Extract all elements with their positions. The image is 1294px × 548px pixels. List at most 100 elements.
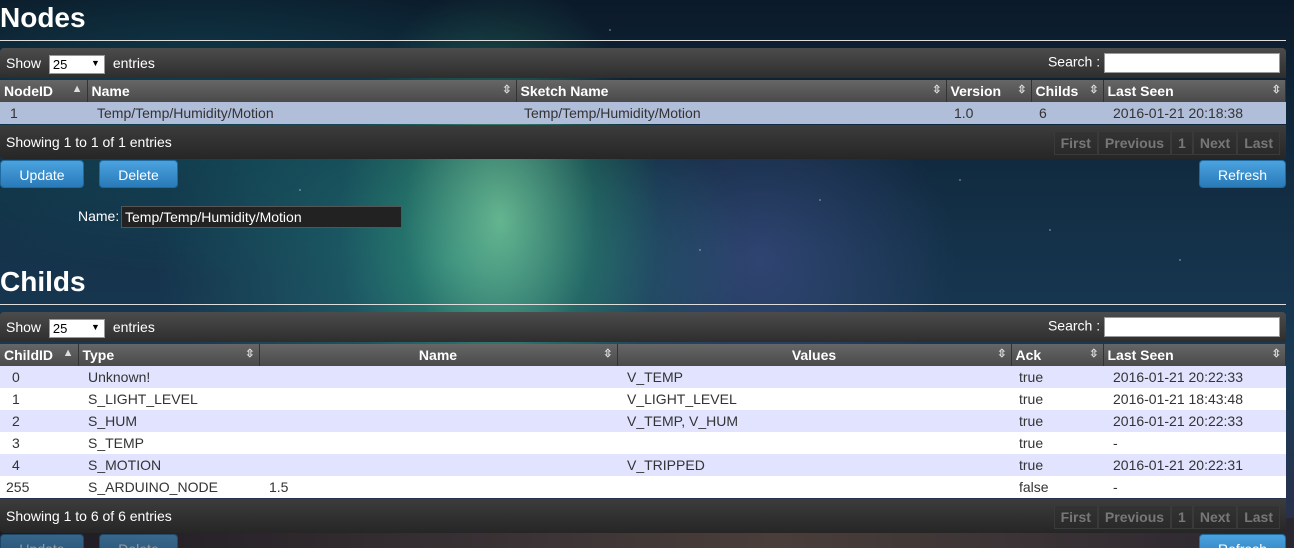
- col-name[interactable]: Name ⇳: [259, 344, 618, 366]
- cell-type: S_TEMP: [78, 432, 259, 454]
- childs-title: Childs: [0, 266, 86, 297]
- col-label: Version: [950, 83, 1002, 99]
- childs-search-input[interactable]: [1104, 317, 1280, 337]
- childs-search: Search :: [1048, 317, 1280, 337]
- pager-previous[interactable]: Previous: [1097, 131, 1172, 155]
- table-row[interactable]: 1 S_LIGHT_LEVEL V_LIGHT_LEVEL true 2016-…: [0, 388, 1286, 410]
- cell-name: [259, 410, 617, 432]
- sort-both-icon: ⇳: [1271, 348, 1281, 360]
- col-sketch-name[interactable]: Sketch Name ⇳: [516, 80, 947, 102]
- childs-update-button[interactable]: Update: [0, 534, 84, 548]
- childs-toolbar: Show 25 ▼ entries Search :: [0, 312, 1286, 342]
- col-last-seen[interactable]: Last Seen ⇳: [1103, 344, 1286, 366]
- col-label: Ack: [1015, 347, 1042, 363]
- cell-last-seen: 2016-01-21 20:22:31: [1103, 454, 1286, 476]
- childs-refresh-button[interactable]: Refresh: [1199, 534, 1286, 548]
- cell-childs: 6: [1031, 102, 1103, 124]
- cell-type: S_LIGHT_LEVEL: [78, 388, 259, 410]
- pager-next[interactable]: Next: [1192, 505, 1238, 529]
- nodes-toolbar: Show 25 ▼ entries Search :: [0, 48, 1286, 78]
- cell-values: V_TEMP, V_HUM: [617, 410, 1011, 432]
- col-label: Name: [418, 347, 458, 363]
- cell-ack: true: [1011, 366, 1103, 388]
- cell-values: V_TEMP: [617, 366, 1011, 388]
- childs-info: Showing 1 to 6 of 6 entries: [6, 508, 172, 524]
- search-label: Search :: [1047, 317, 1101, 334]
- col-name[interactable]: Name ⇳: [87, 80, 517, 102]
- entries-label: entries: [112, 55, 155, 72]
- node-name-input[interactable]: Temp/Temp/Humidity/Motion: [121, 206, 402, 228]
- sort-both-icon: ⇳: [1089, 348, 1099, 360]
- cell-last-seen: 2016-01-21 18:43:48: [1103, 388, 1286, 410]
- pager-previous[interactable]: Previous: [1097, 505, 1172, 529]
- cell-values: V_LIGHT_LEVEL: [617, 388, 1011, 410]
- pager-first[interactable]: First: [1053, 131, 1098, 155]
- sort-asc-icon: ▲: [62, 347, 74, 359]
- col-nodeid[interactable]: NodeID ▲: [0, 80, 88, 102]
- cell-last-seen: 2016-01-21 20:18:38: [1103, 102, 1286, 124]
- cell-childid: 0: [0, 366, 78, 388]
- table-row[interactable]: 0 Unknown! V_TEMP true 2016-01-21 20:22:…: [0, 366, 1286, 388]
- sort-both-icon: ⇳: [1089, 84, 1099, 96]
- cell-version: 1.0: [946, 102, 1031, 124]
- sort-both-icon: ⇳: [1271, 84, 1281, 96]
- col-childs[interactable]: Childs ⇳: [1031, 80, 1104, 102]
- col-label: Values: [791, 347, 837, 363]
- cell-name: [259, 366, 617, 388]
- cell-last-seen: -: [1103, 476, 1286, 498]
- table-row[interactable]: 2 S_HUM V_TEMP, V_HUM true 2016-01-21 20…: [0, 410, 1286, 432]
- cell-last-seen: 2016-01-21 20:22:33: [1103, 410, 1286, 432]
- cell-ack: false: [1011, 476, 1103, 498]
- childs-table: ChildID ▲ Type ⇳ Name ⇳ Values ⇳ Ack ⇳ Last S…: [0, 344, 1286, 498]
- pager-page-1[interactable]: 1: [1171, 131, 1193, 155]
- col-label: Name: [91, 83, 130, 99]
- table-row[interactable]: 3 S_TEMP true -: [0, 432, 1286, 454]
- cell-childid: 255: [0, 476, 78, 498]
- pager-first[interactable]: First: [1053, 505, 1098, 529]
- col-last-seen[interactable]: Last Seen ⇳: [1103, 80, 1286, 102]
- cell-values: [617, 432, 1011, 454]
- cell-ack: true: [1011, 454, 1103, 476]
- nodes-search-input[interactable]: [1104, 53, 1280, 73]
- table-row[interactable]: 255 S_ARDUINO_NODE 1.5 false -: [0, 476, 1286, 498]
- childs-length-control: Show 25 ▼ entries: [6, 319, 155, 338]
- col-ack[interactable]: Ack ⇳: [1011, 344, 1104, 366]
- nodes-refresh-button[interactable]: Refresh: [1199, 160, 1286, 188]
- sort-both-icon: ⇳: [502, 84, 512, 96]
- col-label: Childs: [1035, 83, 1079, 99]
- cell-name: [259, 432, 617, 454]
- sort-both-icon: ⇳: [997, 348, 1007, 360]
- cell-name: 1.5: [259, 476, 617, 498]
- col-type[interactable]: Type ⇳: [78, 344, 260, 366]
- table-row[interactable]: 4 S_MOTION V_TRIPPED true 2016-01-21 20:…: [0, 454, 1286, 476]
- col-values[interactable]: Values ⇳: [617, 344, 1012, 366]
- nodes-title: Nodes: [0, 2, 86, 33]
- pager-last[interactable]: Last: [1237, 131, 1280, 155]
- cell-type: S_HUM: [78, 410, 259, 432]
- nodes-table: NodeID ▲ Name ⇳ Sketch Name ⇳ Version ⇳ Chil…: [0, 80, 1286, 124]
- col-version[interactable]: Version ⇳: [946, 80, 1032, 102]
- sort-both-icon: ⇳: [932, 84, 942, 96]
- cell-childid: 3: [0, 432, 78, 454]
- col-childid[interactable]: ChildID ▲: [0, 344, 79, 366]
- search-label: Search :: [1047, 53, 1101, 70]
- cell-name: [259, 454, 617, 476]
- nodes-update-button[interactable]: Update: [0, 160, 84, 188]
- childs-delete-button[interactable]: Delete: [99, 534, 178, 548]
- cell-ack: true: [1011, 432, 1103, 454]
- nodes-delete-button[interactable]: Delete: [99, 160, 178, 188]
- col-label: Last Seen: [1107, 347, 1174, 363]
- col-label: Last Seen: [1107, 83, 1174, 99]
- table-row[interactable]: 1 Temp/Temp/Humidity/Motion Temp/Temp/Hu…: [0, 102, 1286, 124]
- pager-next[interactable]: Next: [1192, 131, 1238, 155]
- show-label: Show: [6, 319, 42, 336]
- cell-nodeid: 1: [0, 102, 87, 124]
- childs-entries-select[interactable]: 25 ▼: [48, 319, 105, 338]
- pager-last[interactable]: Last: [1237, 505, 1280, 529]
- pager-page-1[interactable]: 1: [1171, 505, 1193, 529]
- col-label: NodeID: [4, 83, 53, 99]
- nodes-entries-select[interactable]: 25 ▼: [48, 55, 105, 74]
- dropdown-caret-icon: ▼: [91, 322, 100, 332]
- cell-values: [617, 476, 1011, 498]
- cell-sketch: Temp/Temp/Humidity/Motion: [516, 102, 946, 124]
